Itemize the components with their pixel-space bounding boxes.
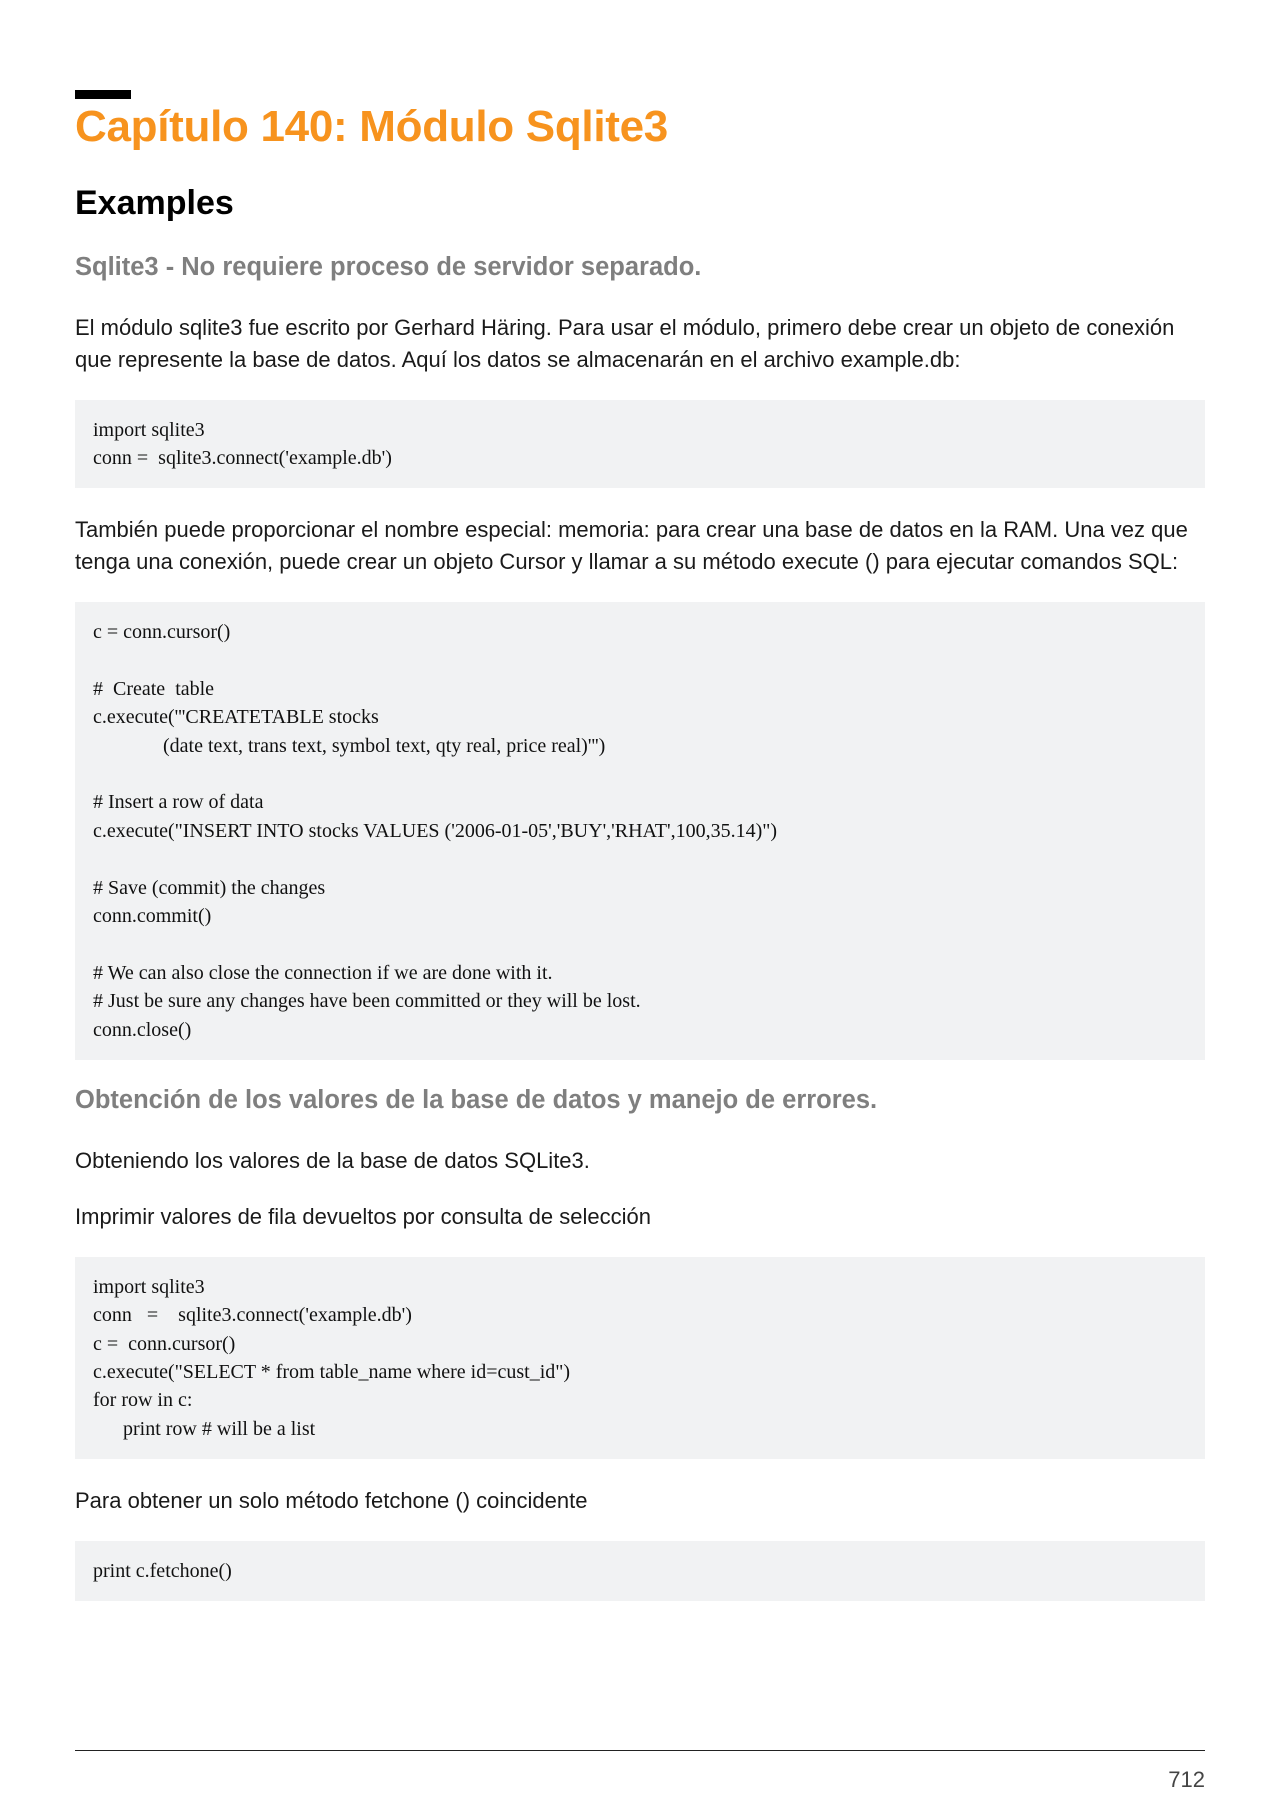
subsection-heading-1: Sqlite3 - No requiere proceso de servido… [75,253,1205,282]
paragraph-4: Imprimir valores de fila devueltos por c… [75,1201,1205,1233]
paragraph-1: El módulo sqlite3 fue escrito por Gerhar… [75,312,1205,376]
code-block-2: c = conn.cursor() # Create table c.execu… [75,602,1205,1060]
paragraph-2: También puede proporcionar el nombre esp… [75,514,1205,578]
page-number: 712 [1168,1767,1205,1793]
code-block-4: print c.fetchone() [75,1541,1205,1601]
examples-heading: Examples [75,184,1205,223]
page: Capítulo 140: Módulo Sqlite3 Examples Sq… [0,0,1280,1811]
code-block-1: import sqlite3 conn = sqlite3.connect('e… [75,400,1205,489]
footer-rule [75,1750,1205,1751]
code-block-3: import sqlite3 conn = sqlite3.connect('e… [75,1257,1205,1459]
paragraph-5: Para obtener un solo método fetchone () … [75,1485,1205,1517]
paragraph-3: Obteniendo los valores de la base de dat… [75,1145,1205,1177]
chapter-title: Capítulo 140: Módulo Sqlite3 [75,101,1205,154]
title-accent-bar [75,90,131,99]
subsection-heading-2: Obtención de los valores de la base de d… [75,1086,1205,1115]
